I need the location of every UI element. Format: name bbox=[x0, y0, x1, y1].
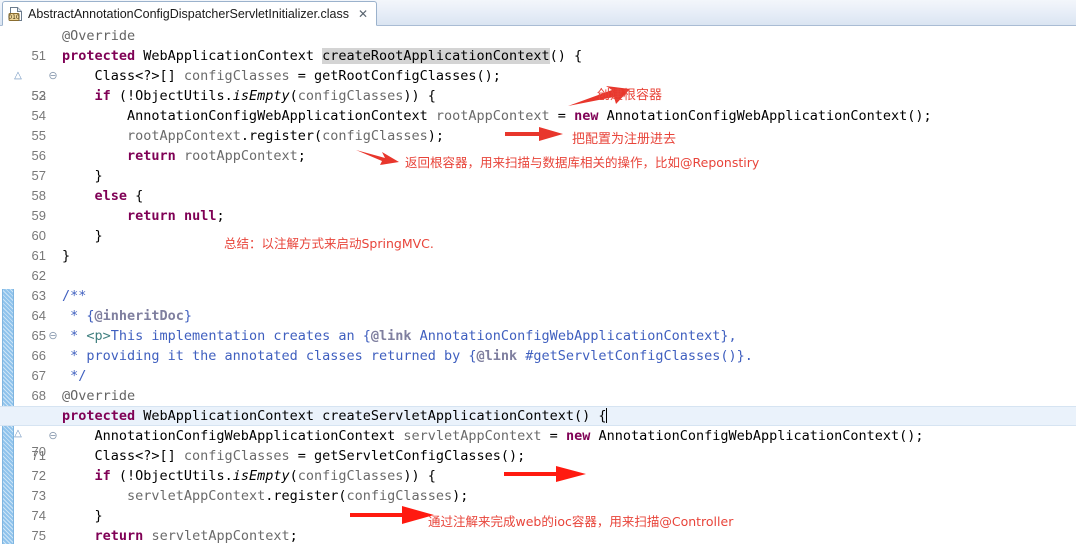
code-line[interactable]: 55 AnnotationConfigWebApplicationContext… bbox=[0, 106, 1076, 143]
code-text: return rootAppContext; bbox=[127, 148, 306, 164]
code-text: } bbox=[62, 508, 103, 524]
code-line[interactable]: 74 servletAppContext.register(configClas… bbox=[0, 486, 1076, 523]
code-line[interactable]: 68 */ bbox=[0, 366, 1076, 403]
code-line[interactable]: 72 Class<?>[] configClasses = getServlet… bbox=[0, 446, 1076, 483]
code-line[interactable]: 57 return rootAppContext; bbox=[0, 146, 1076, 183]
code-text: * {@inheritDoc} bbox=[62, 308, 193, 324]
code-text: AnnotationConfigWebApplicationContext ro… bbox=[62, 108, 932, 124]
code-line[interactable]: 67 * providing it the annotated classes … bbox=[0, 346, 1076, 383]
editor-tab-abstractannotationconfigdispatcherservletinitializer[interactable]: 010 AbstractAnnotationConfigDispatcherSe… bbox=[2, 1, 378, 26]
code-line[interactable]: 75 } bbox=[0, 506, 1076, 543]
code-line[interactable]: 66 * <p>This implementation creates an {… bbox=[0, 326, 1076, 363]
code-text: return null; bbox=[127, 208, 225, 224]
code-line[interactable]: 64 ⊖ /** bbox=[0, 286, 1076, 342]
code-lines[interactable]: 51 ⊖ @Override △ 52 protected WebApplica… bbox=[0, 26, 1076, 544]
code-line[interactable]: 65 * {@inheritDoc} bbox=[0, 306, 1076, 343]
code-text: } bbox=[62, 168, 103, 184]
code-text: if (!ObjectUtils.isEmpty(configClasses))… bbox=[94, 468, 436, 484]
code-line[interactable]: 62 } bbox=[0, 246, 1076, 283]
code-text: } bbox=[62, 228, 103, 244]
code-text: /** bbox=[62, 288, 87, 304]
code-line[interactable]: 76 return servletAppContext; bbox=[0, 526, 1076, 544]
code-line[interactable]: 56 rootAppContext.register(configClasses… bbox=[0, 126, 1076, 163]
code-line[interactable]: 61 } bbox=[0, 226, 1076, 263]
code-line[interactable]: 59 else { bbox=[0, 186, 1076, 223]
code-line[interactable]: 54 if (!ObjectUtils.isEmpty(configClasse… bbox=[0, 86, 1076, 123]
editor-tab-title: AbstractAnnotationConfigDispatcherServle… bbox=[28, 6, 349, 21]
class-file-icon: 010 bbox=[8, 6, 24, 22]
code-text: */ bbox=[62, 368, 87, 384]
code-text: protected WebApplicationContext createRo… bbox=[62, 48, 583, 64]
code-text: protected WebApplicationContext createSe… bbox=[62, 408, 607, 424]
code-text: * <p>This implementation creates an {@li… bbox=[62, 328, 737, 344]
code-line[interactable]: 69 ⊖ @Override bbox=[0, 386, 1076, 442]
code-line[interactable]: 73 if (!ObjectUtils.isEmpty(configClasse… bbox=[0, 466, 1076, 503]
code-text: else { bbox=[94, 188, 144, 204]
code-line[interactable]: 60 return null; bbox=[0, 206, 1076, 243]
editor-tab-bar: 010 AbstractAnnotationConfigDispatcherSe… bbox=[0, 0, 1076, 26]
code-line[interactable]: 63 bbox=[0, 266, 1076, 303]
svg-text:010: 010 bbox=[8, 14, 20, 21]
code-text: servletAppContext.register(configClasses… bbox=[127, 488, 469, 504]
code-line[interactable]: 53 Class<?>[] configClasses = getRootCon… bbox=[0, 66, 1076, 103]
close-icon[interactable]: ✕ bbox=[356, 8, 370, 20]
code-text: Class<?>[] configClasses = getServletCon… bbox=[62, 448, 526, 464]
code-text: @Override bbox=[62, 388, 136, 404]
code-text: rootAppContext.register(configClasses); bbox=[127, 128, 445, 144]
code-text: return servletAppContext; bbox=[94, 528, 298, 544]
code-line[interactable]: 71 AnnotationConfigWebApplicationContext… bbox=[0, 426, 1076, 463]
code-text: } bbox=[62, 248, 71, 264]
code-line[interactable]: △ 52 protected WebApplicationContext cre… bbox=[0, 46, 1076, 103]
selected-method-name: createRootApplicationContext bbox=[322, 48, 550, 64]
code-line[interactable]: 58 } bbox=[0, 166, 1076, 203]
code-text: @Override bbox=[62, 28, 136, 44]
code-text: if (!ObjectUtils.isEmpty(configClasses))… bbox=[94, 88, 436, 104]
text-caret bbox=[605, 408, 607, 423]
code-text: Class<?>[] configClasses = getRootConfig… bbox=[62, 68, 501, 84]
code-text: AnnotationConfigWebApplicationContext se… bbox=[62, 428, 924, 444]
code-text: * providing it the annotated classes ret… bbox=[62, 348, 753, 364]
code-line[interactable]: 51 ⊖ @Override bbox=[0, 26, 1076, 82]
code-editor[interactable]: 51 ⊖ @Override △ 52 protected WebApplica… bbox=[0, 26, 1076, 544]
code-line-current[interactable]: △ 70 protected WebApplicationContext cre… bbox=[0, 406, 1076, 459]
